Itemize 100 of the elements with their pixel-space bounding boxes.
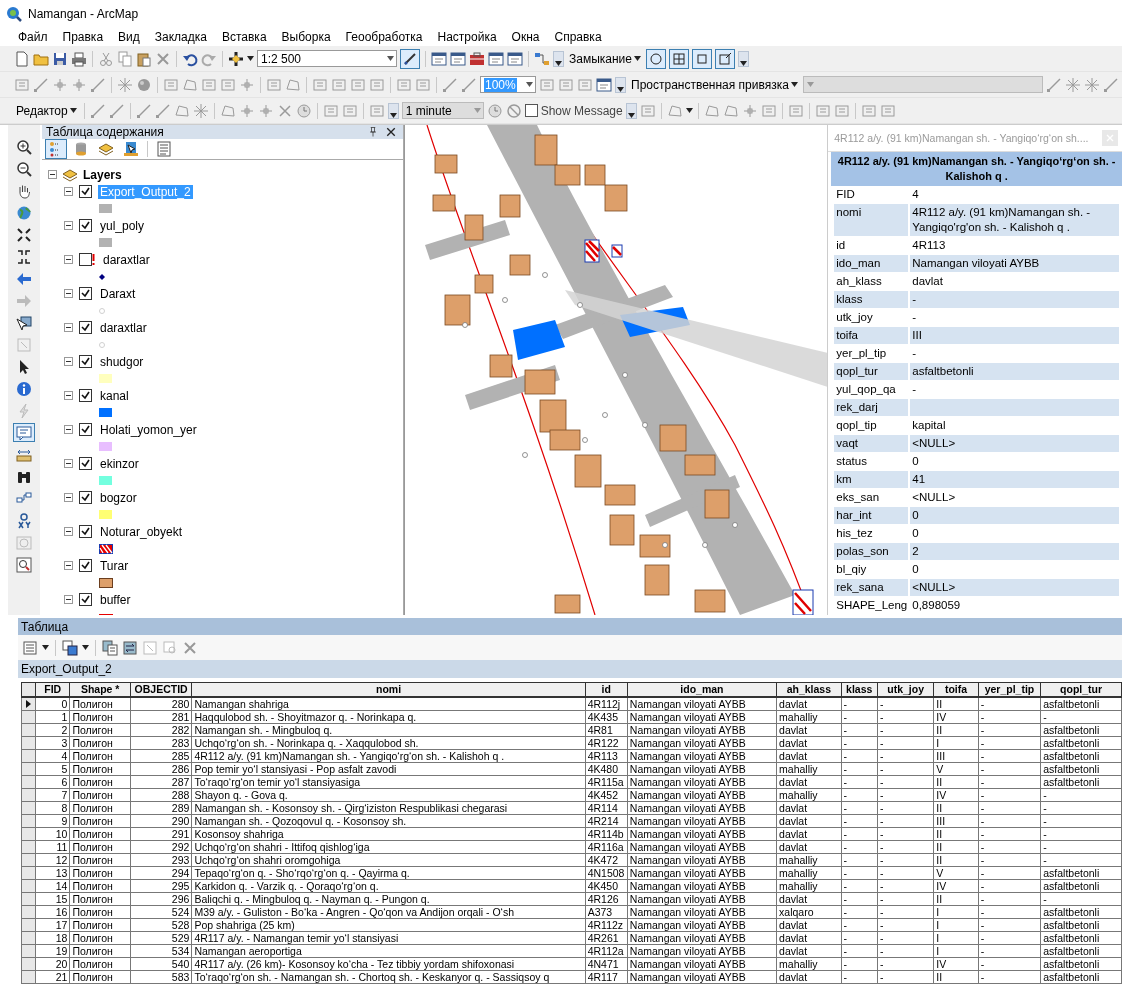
column-header[interactable]: utk_joy (877, 682, 934, 697)
editor-dropdown[interactable]: Редактор (14, 103, 79, 118)
square-snap-button[interactable] (692, 48, 712, 69)
zoom-to-selected-icon[interactable] (162, 639, 178, 656)
polygon-tool-icon[interactable] (703, 102, 720, 119)
line-tool-icon[interactable] (461, 76, 477, 93)
toolbar-options-icon[interactable] (553, 50, 564, 67)
layer-name[interactable]: Holati_yomon_yer (97, 422, 199, 437)
scale-combo[interactable]: 1:2 500 (257, 50, 397, 67)
menu-item[interactable]: Вид (118, 30, 140, 44)
georeferencing-dropdown[interactable]: Пространственная привязка (629, 77, 800, 92)
menu-item[interactable]: Выборка (281, 30, 331, 44)
layer-name[interactable]: Turar (97, 558, 131, 573)
copy-icon[interactable] (117, 50, 133, 67)
clock-icon[interactable] (486, 102, 503, 119)
toolbox-icon[interactable] (469, 50, 485, 67)
column-header[interactable]: klass (841, 682, 878, 697)
sparkle-tool-icon[interactable] (1064, 76, 1081, 93)
paste-icon[interactable] (136, 50, 152, 67)
delete-icon[interactable] (155, 50, 171, 67)
layer-name[interactable]: ekinzor (97, 456, 141, 471)
clock-icon[interactable] (295, 102, 312, 119)
select-all-icon[interactable] (102, 639, 118, 656)
table-options-icon[interactable] (22, 639, 38, 656)
toolbar-options-icon[interactable] (738, 50, 749, 67)
show-message-checkbox[interactable]: Show Message (524, 103, 623, 118)
polygon-tool-icon[interactable] (173, 102, 190, 119)
layer-name[interactable]: yul_poly (97, 218, 146, 233)
column-header[interactable]: toifa (933, 682, 979, 697)
polygon-tool-icon[interactable] (666, 102, 683, 119)
vertex-tool-icon[interactable] (239, 76, 255, 93)
layer-checkbox[interactable] (78, 525, 92, 538)
collapse-icon[interactable] (63, 221, 73, 230)
window-icon[interactable] (507, 50, 523, 67)
delete-icon[interactable] (182, 639, 198, 656)
vertex-tool-icon[interactable] (741, 102, 758, 119)
column-header[interactable]: FID (35, 682, 70, 697)
switch-selection-icon[interactable] (122, 639, 138, 656)
menu-item[interactable]: Закладка (154, 30, 207, 44)
layer-name[interactable]: Noturar_obyekt (97, 524, 184, 539)
layer-checkbox[interactable] (78, 253, 92, 266)
layer-checkbox[interactable] (78, 287, 92, 300)
polygon-tool-icon[interactable] (285, 76, 301, 93)
tree-root-label[interactable]: Layers (82, 167, 122, 182)
snapping-dropdown[interactable]: Замыкание (567, 51, 643, 66)
line-tool-icon[interactable] (89, 102, 106, 119)
polygon-tool-icon[interactable] (722, 102, 739, 119)
collapse-icon[interactable] (63, 527, 73, 536)
line-tool-icon[interactable] (1045, 76, 1062, 93)
line-tool-icon[interactable] (442, 76, 458, 93)
layer-name[interactable]: buffer (97, 592, 133, 607)
line-tool-icon[interactable] (108, 102, 125, 119)
sphere-icon[interactable] (136, 76, 152, 93)
column-header[interactable]: ah_klass (776, 682, 842, 697)
window-icon[interactable] (596, 76, 612, 93)
menu-item[interactable]: Вставка (221, 30, 267, 44)
window-icon[interactable] (450, 50, 466, 67)
new-document-icon[interactable] (14, 50, 30, 67)
collapse-icon[interactable] (63, 187, 73, 196)
layer-checkbox[interactable] (78, 219, 92, 232)
circle-snap-button[interactable] (646, 48, 666, 69)
scissors-icon[interactable] (98, 50, 114, 67)
table-tab[interactable]: Export_Output_2 (21, 662, 112, 676)
window-icon[interactable] (488, 50, 504, 67)
vertex-tool-icon[interactable] (238, 102, 255, 119)
polygon-tool-icon[interactable] (219, 102, 236, 119)
collapse-icon[interactable] (63, 391, 73, 400)
layer-name[interactable]: Daraxt (97, 286, 138, 301)
collapse-icon[interactable] (63, 289, 73, 298)
layer-name[interactable]: daraxtlar (97, 320, 149, 335)
sparkle-tool-icon[interactable] (192, 102, 209, 119)
edge-snap-button[interactable] (715, 48, 735, 69)
drawing-order-button[interactable] (44, 139, 67, 159)
add-data-icon[interactable] (228, 50, 244, 67)
layer-name[interactable]: daraxtlar (100, 252, 152, 267)
sparkle-tool-icon[interactable] (1083, 76, 1100, 93)
line-tool-icon[interactable] (135, 102, 152, 119)
no-entry-icon[interactable] (505, 102, 522, 119)
column-header[interactable]: Shape * (69, 682, 131, 697)
layer-checkbox[interactable] (78, 423, 92, 436)
printer-icon[interactable] (71, 50, 87, 67)
line-tool-icon[interactable] (1102, 76, 1119, 93)
window-icon[interactable] (431, 50, 447, 67)
collapse-icon[interactable] (47, 170, 57, 179)
layer-checkbox[interactable] (78, 491, 92, 504)
layer-name[interactable]: bogzor (97, 490, 139, 505)
layer-name[interactable]: kanal (97, 388, 131, 403)
vertex-tool-icon[interactable] (71, 76, 87, 93)
collapse-icon[interactable] (63, 357, 73, 366)
column-header[interactable]: yer_pl_tip (978, 682, 1041, 697)
toolbar-options-icon[interactable] (387, 102, 399, 119)
model-icon[interactable] (534, 50, 550, 67)
layer-checkbox[interactable] (78, 593, 92, 606)
layer-checkbox[interactable] (78, 457, 92, 470)
grid-snap-button[interactable] (669, 48, 689, 69)
time-slider-tool[interactable] (13, 533, 35, 552)
save-icon[interactable] (52, 50, 68, 67)
popup-tool[interactable] (13, 423, 35, 442)
menu-item[interactable]: Настройка (437, 30, 497, 44)
sparkle-tool-icon[interactable] (117, 76, 133, 93)
